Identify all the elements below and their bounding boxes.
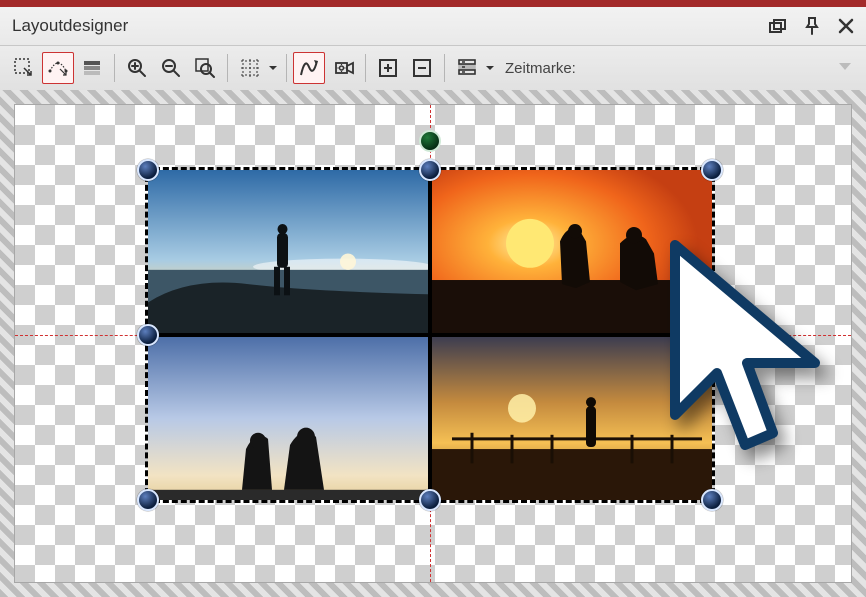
resize-handle-n[interactable] xyxy=(419,159,441,181)
grid-toggle-button[interactable] xyxy=(234,52,266,84)
canvas[interactable] xyxy=(14,104,852,583)
toolbar-separator xyxy=(444,54,445,82)
timecode-label: Zeitmarke: xyxy=(505,60,576,77)
zoom-out-button[interactable] xyxy=(155,52,187,84)
image-grid xyxy=(148,170,712,500)
grid-dropdown-icon[interactable] xyxy=(266,61,280,75)
add-layer-button[interactable] xyxy=(372,52,404,84)
rotation-handle[interactable] xyxy=(419,130,441,152)
toolbar-separator xyxy=(114,54,115,82)
resize-handle-nw[interactable] xyxy=(137,159,159,181)
tile-2[interactable] xyxy=(432,170,712,333)
resize-handle-sw[interactable] xyxy=(137,489,159,511)
resize-handle-e[interactable] xyxy=(701,324,723,346)
selection-marquee-button[interactable] xyxy=(8,52,40,84)
toolbar-separator xyxy=(365,54,366,82)
zoom-in-button[interactable] xyxy=(121,52,153,84)
window-title: Layoutdesigner xyxy=(12,16,128,36)
title-bar: Layoutdesigner xyxy=(0,7,866,46)
camera-target-button[interactable] xyxy=(327,52,359,84)
toolbar-separator xyxy=(286,54,287,82)
resize-handle-s[interactable] xyxy=(419,489,441,511)
tile-4[interactable] xyxy=(432,337,712,500)
zoom-fit-button[interactable] xyxy=(189,52,221,84)
layout-designer-window: Layoutdesigner xyxy=(0,0,866,597)
remove-layer-button[interactable] xyxy=(406,52,438,84)
arrange-layers-button[interactable] xyxy=(451,52,483,84)
accent-bar xyxy=(0,0,866,7)
menu-dropdown-icon[interactable] xyxy=(838,60,852,75)
toolbar-separator xyxy=(227,54,228,82)
resize-handle-w[interactable] xyxy=(137,324,159,346)
tile-3[interactable] xyxy=(148,337,428,500)
canvas-area xyxy=(0,90,866,597)
pin-icon[interactable] xyxy=(802,16,822,36)
tile-1[interactable] xyxy=(148,170,428,333)
selected-object[interactable] xyxy=(145,167,715,503)
restore-icon[interactable] xyxy=(768,16,788,36)
toolbar: Zeitmarke: xyxy=(0,46,866,91)
window-controls xyxy=(768,16,856,36)
node-select-button[interactable] xyxy=(42,52,74,84)
arrange-dropdown-icon[interactable] xyxy=(483,61,497,75)
stack-layers-button[interactable] xyxy=(76,52,108,84)
resize-handle-ne[interactable] xyxy=(701,159,723,181)
close-icon[interactable] xyxy=(836,16,856,36)
curve-path-button[interactable] xyxy=(293,52,325,84)
resize-handle-se[interactable] xyxy=(701,489,723,511)
